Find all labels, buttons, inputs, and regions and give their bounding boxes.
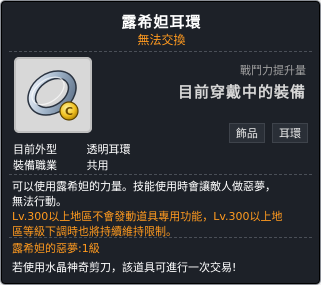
description-line: 無法行動。: [12, 195, 67, 208]
attribute-value: 透明耳環: [86, 143, 131, 156]
description-line: 可以使用露希妲的力量。技能使用時會讓敵人做惡夢，: [12, 180, 276, 193]
divider: [9, 174, 312, 175]
item-icon-frame: C: [14, 57, 92, 133]
coin-label: C: [65, 105, 73, 118]
tag-type: 耳環: [272, 123, 308, 143]
skill-detail: 若使用水晶神奇剪刀，該道具可進行一次交易!: [12, 261, 237, 274]
attribute-key: 目前外型: [13, 143, 57, 156]
stat-increase-label: 戰鬥力提升量: [240, 64, 306, 77]
item-description: 可以使用露希妲的力量。技能使用時會讓敵人做惡夢， 無法行動。 Lv.300以上地…: [12, 179, 314, 239]
item-name: 露希妲耳環: [121, 13, 202, 31]
trade-status: 無法交換: [137, 33, 186, 47]
restriction-line: Lv.300以上地區不會發動道具專用功能，Lv.300以上地: [12, 210, 283, 223]
divider: [9, 237, 312, 238]
ring-earring-icon: C: [27, 70, 79, 121]
skill-name: 露希妲的惡夢:1級: [12, 242, 100, 255]
equipped-status: 目前穿戴中的裝備: [177, 83, 306, 101]
attribute-row: 目前外型 透明耳環: [13, 141, 131, 157]
attribute-key: 裝備職業: [13, 159, 57, 172]
item-tooltip: 露希妲耳環 無法交換 C 戰鬥力提升量 目前穿戴中的裝備 飾品 耳環 目前外型 …: [0, 0, 321, 285]
attribute-list: 目前外型 透明耳環 裝備職業 共用: [13, 141, 131, 173]
attribute-row: 裝備職業 共用: [13, 157, 131, 173]
divider: [9, 51, 312, 52]
attribute-value: 共用: [86, 159, 109, 172]
tag-category: 飾品: [228, 123, 265, 143]
item-tags: 飾品 耳環: [227, 122, 308, 143]
